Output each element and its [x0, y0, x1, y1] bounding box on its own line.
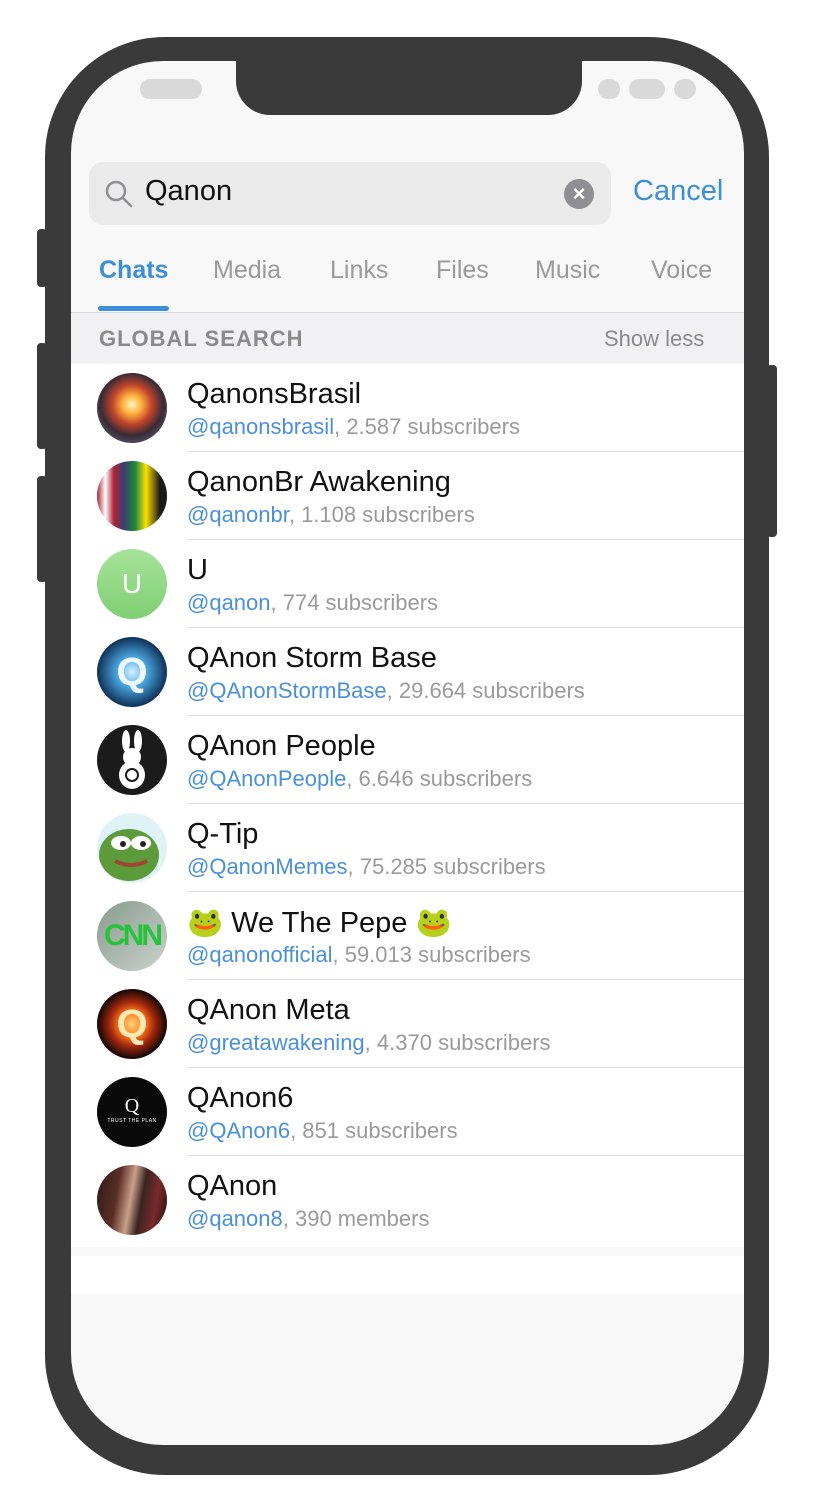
cancel-button[interactable]: Cancel: [633, 175, 723, 208]
chat-title: QAnon People: [187, 730, 376, 762]
chat-handle[interactable]: @qanonsbrasil: [187, 414, 334, 439]
chat-subtitle: @QAnonPeople, 6.646 subscribers: [187, 766, 532, 792]
subscriber-count: , 59.013 subscribers: [332, 942, 531, 967]
global-search-title: GLOBAL SEARCH: [99, 326, 304, 351]
chat-title: QAnon: [187, 1170, 278, 1202]
subscriber-count: , 6.646 subscribers: [346, 766, 533, 791]
blue-q-storm-avatar: Q: [97, 637, 167, 707]
search-input[interactable]: Qanon: [145, 175, 232, 208]
avatar-caption: TRUST THE PLAN: [107, 1118, 157, 1124]
status-pill-right: [629, 79, 665, 99]
list-item[interactable]: Q QAnon Meta @greatawakening, 4.370 subs…: [71, 980, 744, 1068]
chat-subtitle: @qanon, 774 subscribers: [187, 590, 438, 616]
tab-chats[interactable]: Chats: [99, 256, 168, 285]
tab-links[interactable]: Links: [330, 256, 388, 285]
list-item[interactable]: QAnon People @QAnonPeople, 6.646 subscri…: [71, 716, 744, 804]
phone-notch: [236, 61, 582, 115]
chat-handle[interactable]: @qanon: [187, 590, 271, 615]
chat-handle[interactable]: @QanonMemes: [187, 854, 348, 879]
chat-subtitle: @QAnon6, 851 subscribers: [187, 1118, 458, 1144]
status-pill-left: [140, 79, 202, 99]
search-icon: [105, 180, 133, 208]
chat-title: QanonsBrasil: [187, 378, 362, 410]
chat-handle[interactable]: @QAnonPeople: [187, 766, 346, 791]
chat-handle[interactable]: @QAnonStormBase: [187, 678, 387, 703]
chat-handle[interactable]: @greatawakening: [187, 1030, 365, 1055]
tab-music[interactable]: Music: [535, 256, 600, 285]
letter-u-avatar: U: [97, 549, 167, 619]
subscriber-count: , 75.285 subscribers: [347, 854, 546, 879]
pepe-frog-avatar: [97, 813, 167, 883]
tab-media[interactable]: Media: [213, 256, 281, 285]
chat-subtitle: @qanonsbrasil, 2.587 subscribers: [187, 414, 520, 440]
list-item[interactable]: Q QAnon Storm Base @QAnonStormBase, 29.6…: [71, 628, 744, 716]
chat-title: Q-Tip: [187, 818, 259, 850]
chat-subtitle: @QanonMemes, 75.285 subscribers: [187, 854, 546, 880]
list-item[interactable]: Q TRUST THE PLAN QAnon6 @QAnon6, 851 sub…: [71, 1068, 744, 1156]
white-rabbit-avatar: [97, 725, 167, 795]
clear-search-icon[interactable]: ×: [564, 179, 594, 209]
show-less-button[interactable]: Show less: [604, 326, 704, 352]
chat-subtitle: @greatawakening, 4.370 subscribers: [187, 1030, 551, 1056]
status-dot-2: [674, 79, 696, 99]
nuclear-explosion-avatar: [97, 373, 167, 443]
chat-title: QAnon Meta: [187, 994, 350, 1026]
list-item[interactable]: U U @qanon, 774 subscribers: [71, 540, 744, 628]
list-item[interactable]: QanonBr Awakening @qanonbr, 1.108 subscr…: [71, 452, 744, 540]
avatar-initial: U: [121, 568, 143, 599]
fire-q-avatar: Q: [97, 989, 167, 1059]
chat-handle[interactable]: @qanon8: [187, 1206, 283, 1231]
subscriber-count: , 774 subscribers: [270, 590, 439, 615]
list-item[interactable]: Q-Tip @QanonMemes, 75.285 subscribers: [71, 804, 744, 892]
tab-voice[interactable]: Voice: [651, 256, 712, 285]
list-item[interactable]: QAnon @qanon8, 390 members: [71, 1156, 744, 1244]
chat-subtitle: @qanonbr, 1.108 subscribers: [187, 502, 475, 528]
chat-subtitle: @qanonofficial, 59.013 subscribers: [187, 942, 531, 968]
subscriber-count: , 1.108 subscribers: [288, 502, 475, 527]
subscriber-count: , 390 members: [282, 1206, 430, 1231]
tab-files[interactable]: Files: [436, 256, 489, 285]
chat-title: QanonBr Awakening: [187, 466, 451, 498]
subscriber-count: , 851 subscribers: [290, 1118, 458, 1143]
chat-title: QAnon Storm Base: [187, 642, 437, 674]
results-list: QanonsBrasil @qanonsbrasil, 2.587 subscr…: [71, 364, 744, 1247]
person-photo-avatar: [97, 1165, 167, 1235]
status-dot-1: [598, 79, 620, 99]
subscriber-count: , 4.370 subscribers: [364, 1030, 551, 1055]
chat-title: U: [187, 554, 208, 586]
chat-title: 🐸 We The Pepe 🐸: [187, 907, 452, 939]
green-cnn-logo-avatar: CNN: [97, 901, 167, 971]
list-item[interactable]: QanonsBrasil @qanonsbrasil, 2.587 subscr…: [71, 364, 744, 452]
chat-subtitle: @qanon8, 390 members: [187, 1206, 429, 1232]
trust-the-plan-q-avatar: Q TRUST THE PLAN: [97, 1077, 167, 1147]
chat-handle[interactable]: @qanonbr: [187, 502, 289, 527]
list-item[interactable]: CNN 🐸 We The Pepe 🐸 @qanonofficial, 59.0…: [71, 892, 744, 980]
subscriber-count: , 2.587 subscribers: [334, 414, 520, 439]
chat-title: QAnon6: [187, 1082, 294, 1114]
chat-handle[interactable]: @QAnon6: [187, 1118, 290, 1143]
chat-subtitle: @QAnonStormBase, 29.664 subscribers: [187, 678, 585, 704]
subscriber-count: , 29.664 subscribers: [386, 678, 585, 703]
usa-brazil-flag-face-avatar: [97, 461, 167, 531]
chat-handle[interactable]: @qanonofficial: [187, 942, 332, 967]
active-tab-indicator: [98, 306, 169, 311]
list-footer-spacer: [71, 1256, 744, 1294]
